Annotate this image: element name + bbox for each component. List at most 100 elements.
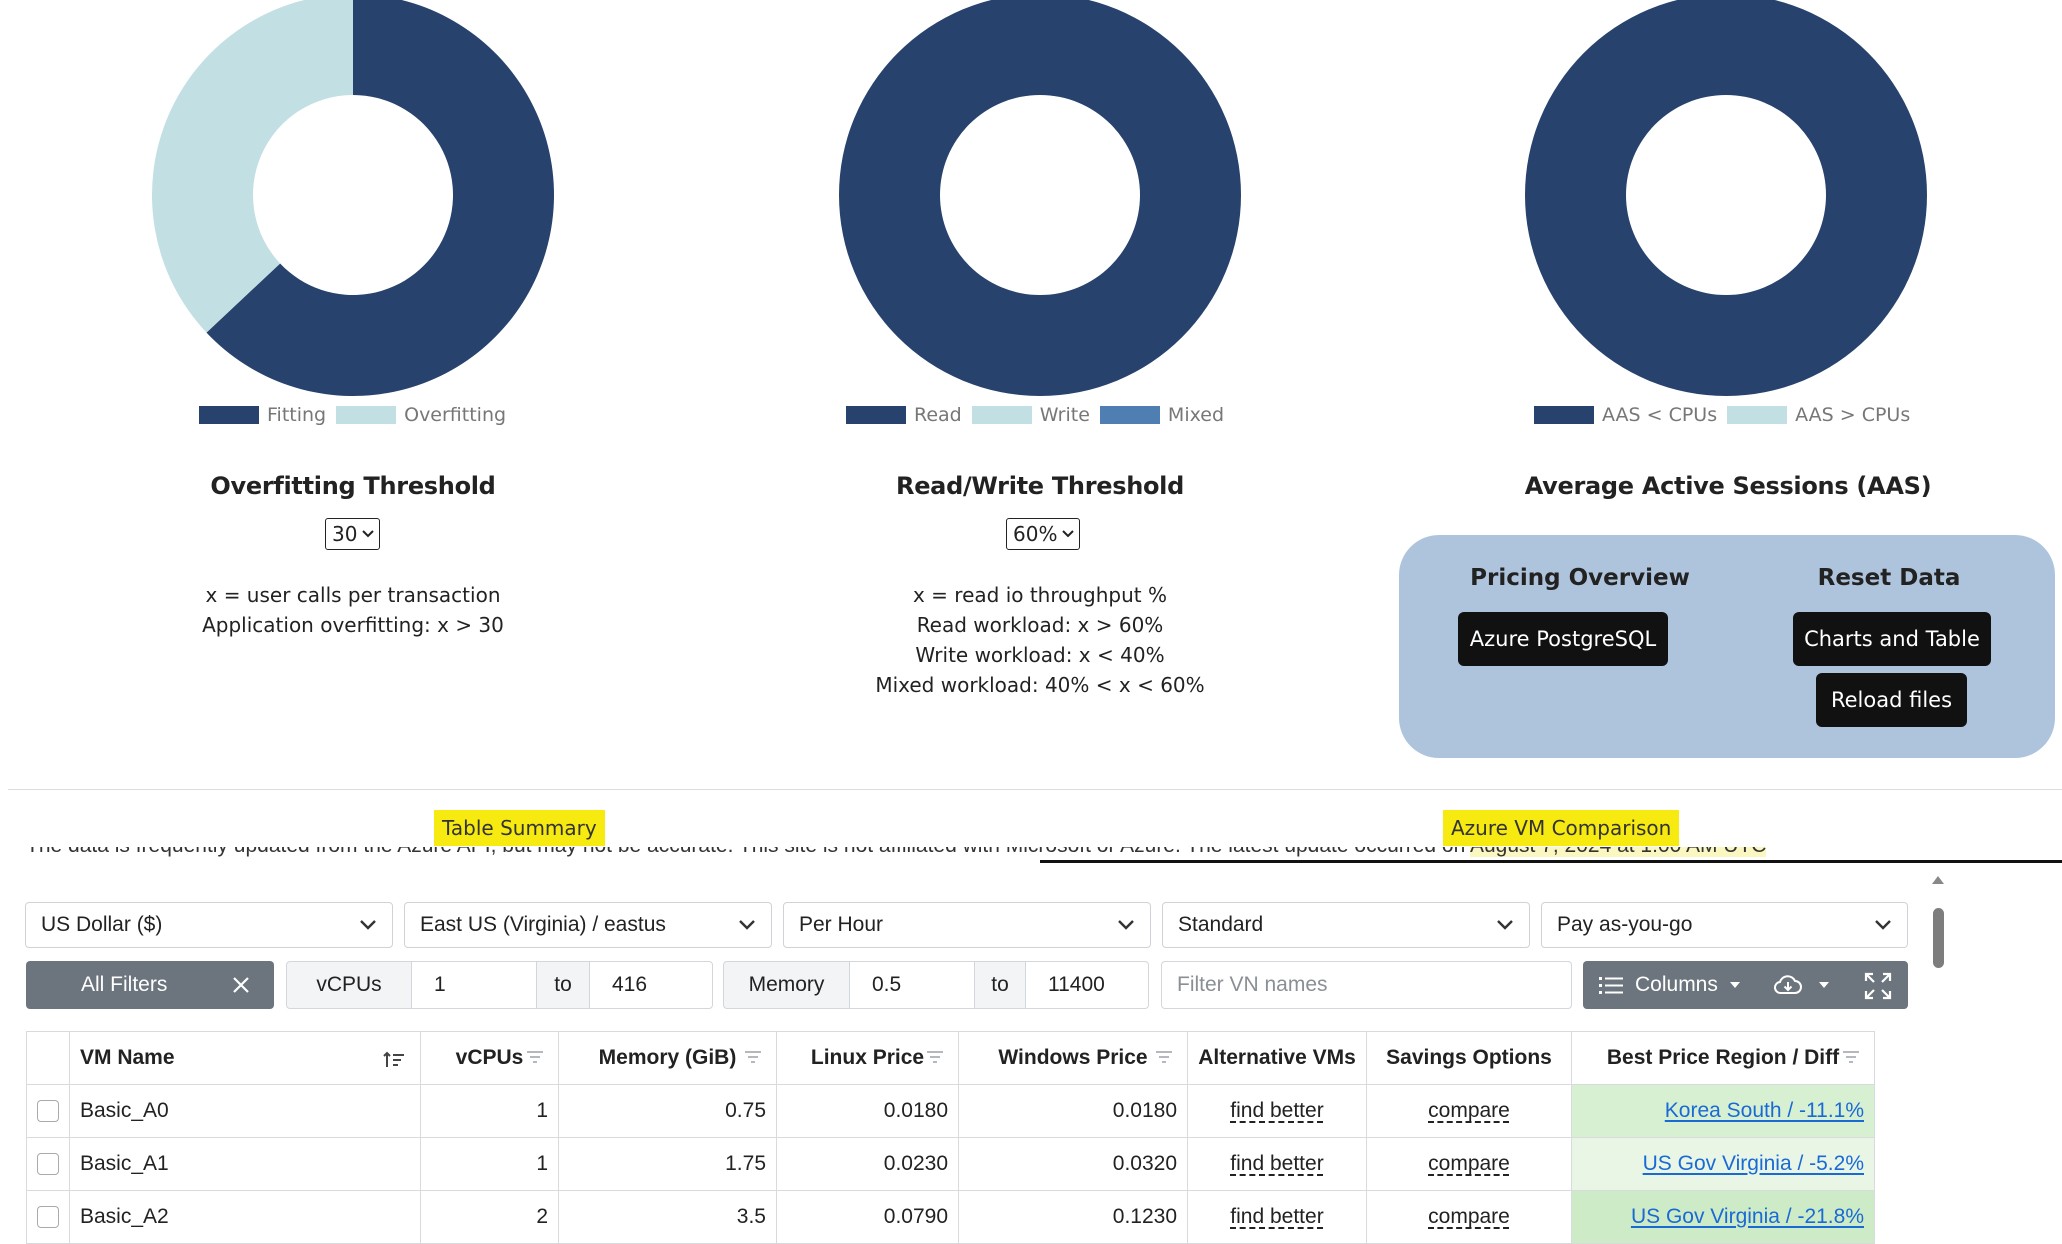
reload-files-button[interactable]: Reload files (1816, 673, 1967, 727)
legend-label-aas-gt[interactable]: AAS > CPUs (1795, 404, 1910, 426)
windows-price-cell: 0.0320 (958, 1137, 1188, 1191)
scrollbar-thumb[interactable] (1933, 908, 1944, 968)
chart-legend-aas: AAS < CPUs AAS > CPUs (1534, 404, 1910, 426)
compare-link[interactable]: compare (1366, 1137, 1572, 1191)
column-header-linux-price[interactable]: Linux Price (776, 1031, 959, 1085)
filter-icon[interactable] (1155, 1050, 1173, 1064)
table-scrollbar[interactable] (1928, 872, 1948, 1216)
column-header-vcpus[interactable]: vCPUs (420, 1031, 559, 1085)
memory-min-input[interactable]: 0.5 (849, 961, 975, 1009)
currency-select[interactable]: US Dollar ($) (25, 902, 393, 948)
table-row: Basic_A1 1 1.75 0.0230 0.0320 find bette… (26, 1137, 1875, 1191)
row-select-cell (26, 1137, 70, 1191)
region-select[interactable]: East US (Virginia) / eastus (404, 902, 772, 948)
vm-name-link[interactable]: Basic_A2 (69, 1190, 421, 1244)
find-better-link[interactable]: find better (1187, 1137, 1367, 1191)
donut-chart-overfitting (151, 0, 554, 396)
filter-icon[interactable] (926, 1050, 944, 1064)
legend-label-aas-lt[interactable]: AAS < CPUs (1602, 404, 1717, 426)
vcpus-max-input[interactable]: 416 (589, 961, 713, 1009)
payment-select-value: Pay as-you-go (1557, 913, 1693, 936)
legend-swatch-fitting[interactable] (199, 406, 259, 424)
best-price-region-link[interactable]: US Gov Virginia / -5.2% (1571, 1137, 1875, 1191)
columns-button[interactable]: Columns (1599, 961, 1742, 1009)
vm-name-link[interactable]: Basic_A0 (69, 1084, 421, 1138)
close-icon[interactable] (231, 975, 251, 995)
compare-link[interactable]: compare (1366, 1190, 1572, 1244)
legend-swatch-aas-lt[interactable] (1534, 406, 1594, 424)
chevron-down-icon (1875, 920, 1891, 930)
row-checkbox[interactable] (37, 1100, 59, 1122)
scroll-up-arrow-icon[interactable] (1931, 874, 1945, 886)
legend-label-fitting[interactable]: Fitting (267, 404, 326, 426)
overfitting-threshold-select[interactable]: 30 (325, 518, 381, 550)
compare-link[interactable]: compare (1366, 1084, 1572, 1138)
memory-label: Memory (723, 961, 850, 1009)
legend-swatch-overfitting[interactable] (336, 406, 397, 424)
legend-label-write[interactable]: Write (1040, 404, 1090, 426)
caret-down-icon (1729, 982, 1740, 988)
read-write-threshold-value: 60% (1013, 522, 1058, 546)
legend-label-read[interactable]: Read (914, 404, 962, 426)
column-header-windows-price[interactable]: Windows Price (958, 1031, 1188, 1085)
column-header-best-price-region[interactable]: Best Price Region / Diff (1571, 1031, 1875, 1085)
columns-toolbar: Columns (1583, 961, 1908, 1009)
currency-select-value: US Dollar ($) (41, 913, 163, 936)
period-select[interactable]: Per Hour (783, 902, 1151, 948)
best-price-region-link[interactable]: Korea South / -11.1% (1571, 1084, 1875, 1138)
legend-swatch-mixed[interactable] (1099, 406, 1160, 424)
best-price-region-link[interactable]: US Gov Virginia / -21.8% (1571, 1190, 1875, 1244)
payment-select[interactable]: Pay as-you-go (1541, 902, 1908, 948)
azure-postgresql-button[interactable]: Azure PostgreSQL (1458, 612, 1668, 666)
memory-cell: 3.5 (558, 1190, 777, 1244)
column-header-savings-options[interactable]: Savings Options (1366, 1031, 1572, 1085)
column-header-vm-name[interactable]: VM Name (69, 1031, 421, 1085)
legend-swatch-read[interactable] (846, 406, 906, 424)
read-write-desc-line: Write workload: x < 40% (915, 643, 1165, 667)
vcpus-min-input[interactable]: 1 (411, 961, 537, 1009)
row-checkbox[interactable] (37, 1206, 59, 1228)
cloud-download-icon (1774, 975, 1802, 994)
column-header-label: Savings Options (1386, 1046, 1552, 1069)
fullscreen-icon[interactable] (1863, 971, 1893, 1001)
chevron-down-icon (362, 530, 375, 538)
legend-label-mixed[interactable]: Mixed (1168, 404, 1224, 426)
legend-swatch-write[interactable] (971, 406, 1032, 424)
row-checkbox[interactable] (37, 1153, 59, 1175)
tab-azure-vm-comparison[interactable]: Azure VM Comparison (1443, 810, 1680, 846)
memory-max-input[interactable]: 11400 (1025, 961, 1149, 1009)
column-header-memory[interactable]: Memory (GiB) (558, 1031, 777, 1085)
list-icon (1599, 977, 1623, 994)
chevron-down-icon (739, 920, 755, 930)
read-write-desc-line: Mixed workload: 40% < x < 60% (875, 673, 1205, 697)
memory-cell: 1.75 (558, 1137, 777, 1191)
column-header-label: Best Price Region / Diff (1606, 1046, 1840, 1069)
chart-legend-overfitting: Fitting Overfitting (199, 404, 506, 426)
donut-slice-aas-cpus[interactable] (1525, 0, 1927, 396)
find-better-link[interactable]: find better (1187, 1190, 1367, 1244)
column-header-label: Linux Price (810, 1046, 925, 1069)
tab-table-summary[interactable]: Table Summary (434, 810, 605, 846)
donut-slice-read[interactable] (839, 0, 1241, 396)
read-write-threshold-title: Read/Write Threshold (896, 472, 1184, 500)
all-filters-button[interactable]: All Filters (26, 961, 274, 1009)
filter-icon[interactable] (1842, 1050, 1860, 1064)
download-button[interactable] (1773, 961, 1831, 1009)
legend-swatch-aas-gt[interactable] (1727, 406, 1788, 424)
vm-name-link[interactable]: Basic_A1 (69, 1137, 421, 1191)
legend-label-overfitting[interactable]: Overfitting (404, 404, 506, 426)
filter-icon[interactable] (526, 1050, 544, 1064)
vm-name-filter-input[interactable]: Filter VN names (1161, 961, 1572, 1009)
vm-table: VM Name vCPUs Memory (GiB) Linux Price W… (26, 1031, 1875, 1244)
donut-slice-overfitting[interactable] (151, 0, 353, 333)
reset-charts-and-table-button[interactable]: Charts and Table (1793, 612, 1991, 666)
read-write-threshold-select[interactable]: 60% (1006, 518, 1081, 550)
column-header-alternative-vms[interactable]: Alternative VMs (1187, 1031, 1367, 1085)
sort-ascending-icon[interactable] (382, 1050, 406, 1070)
pricing-overview-title: Pricing Overview (1470, 565, 1690, 591)
donut-chart-aas (1525, 0, 1927, 396)
filter-icon[interactable] (744, 1050, 762, 1064)
find-better-link[interactable]: find better (1187, 1084, 1367, 1138)
tier-select[interactable]: Standard (1162, 902, 1530, 948)
columns-label: Columns (1635, 973, 1718, 996)
